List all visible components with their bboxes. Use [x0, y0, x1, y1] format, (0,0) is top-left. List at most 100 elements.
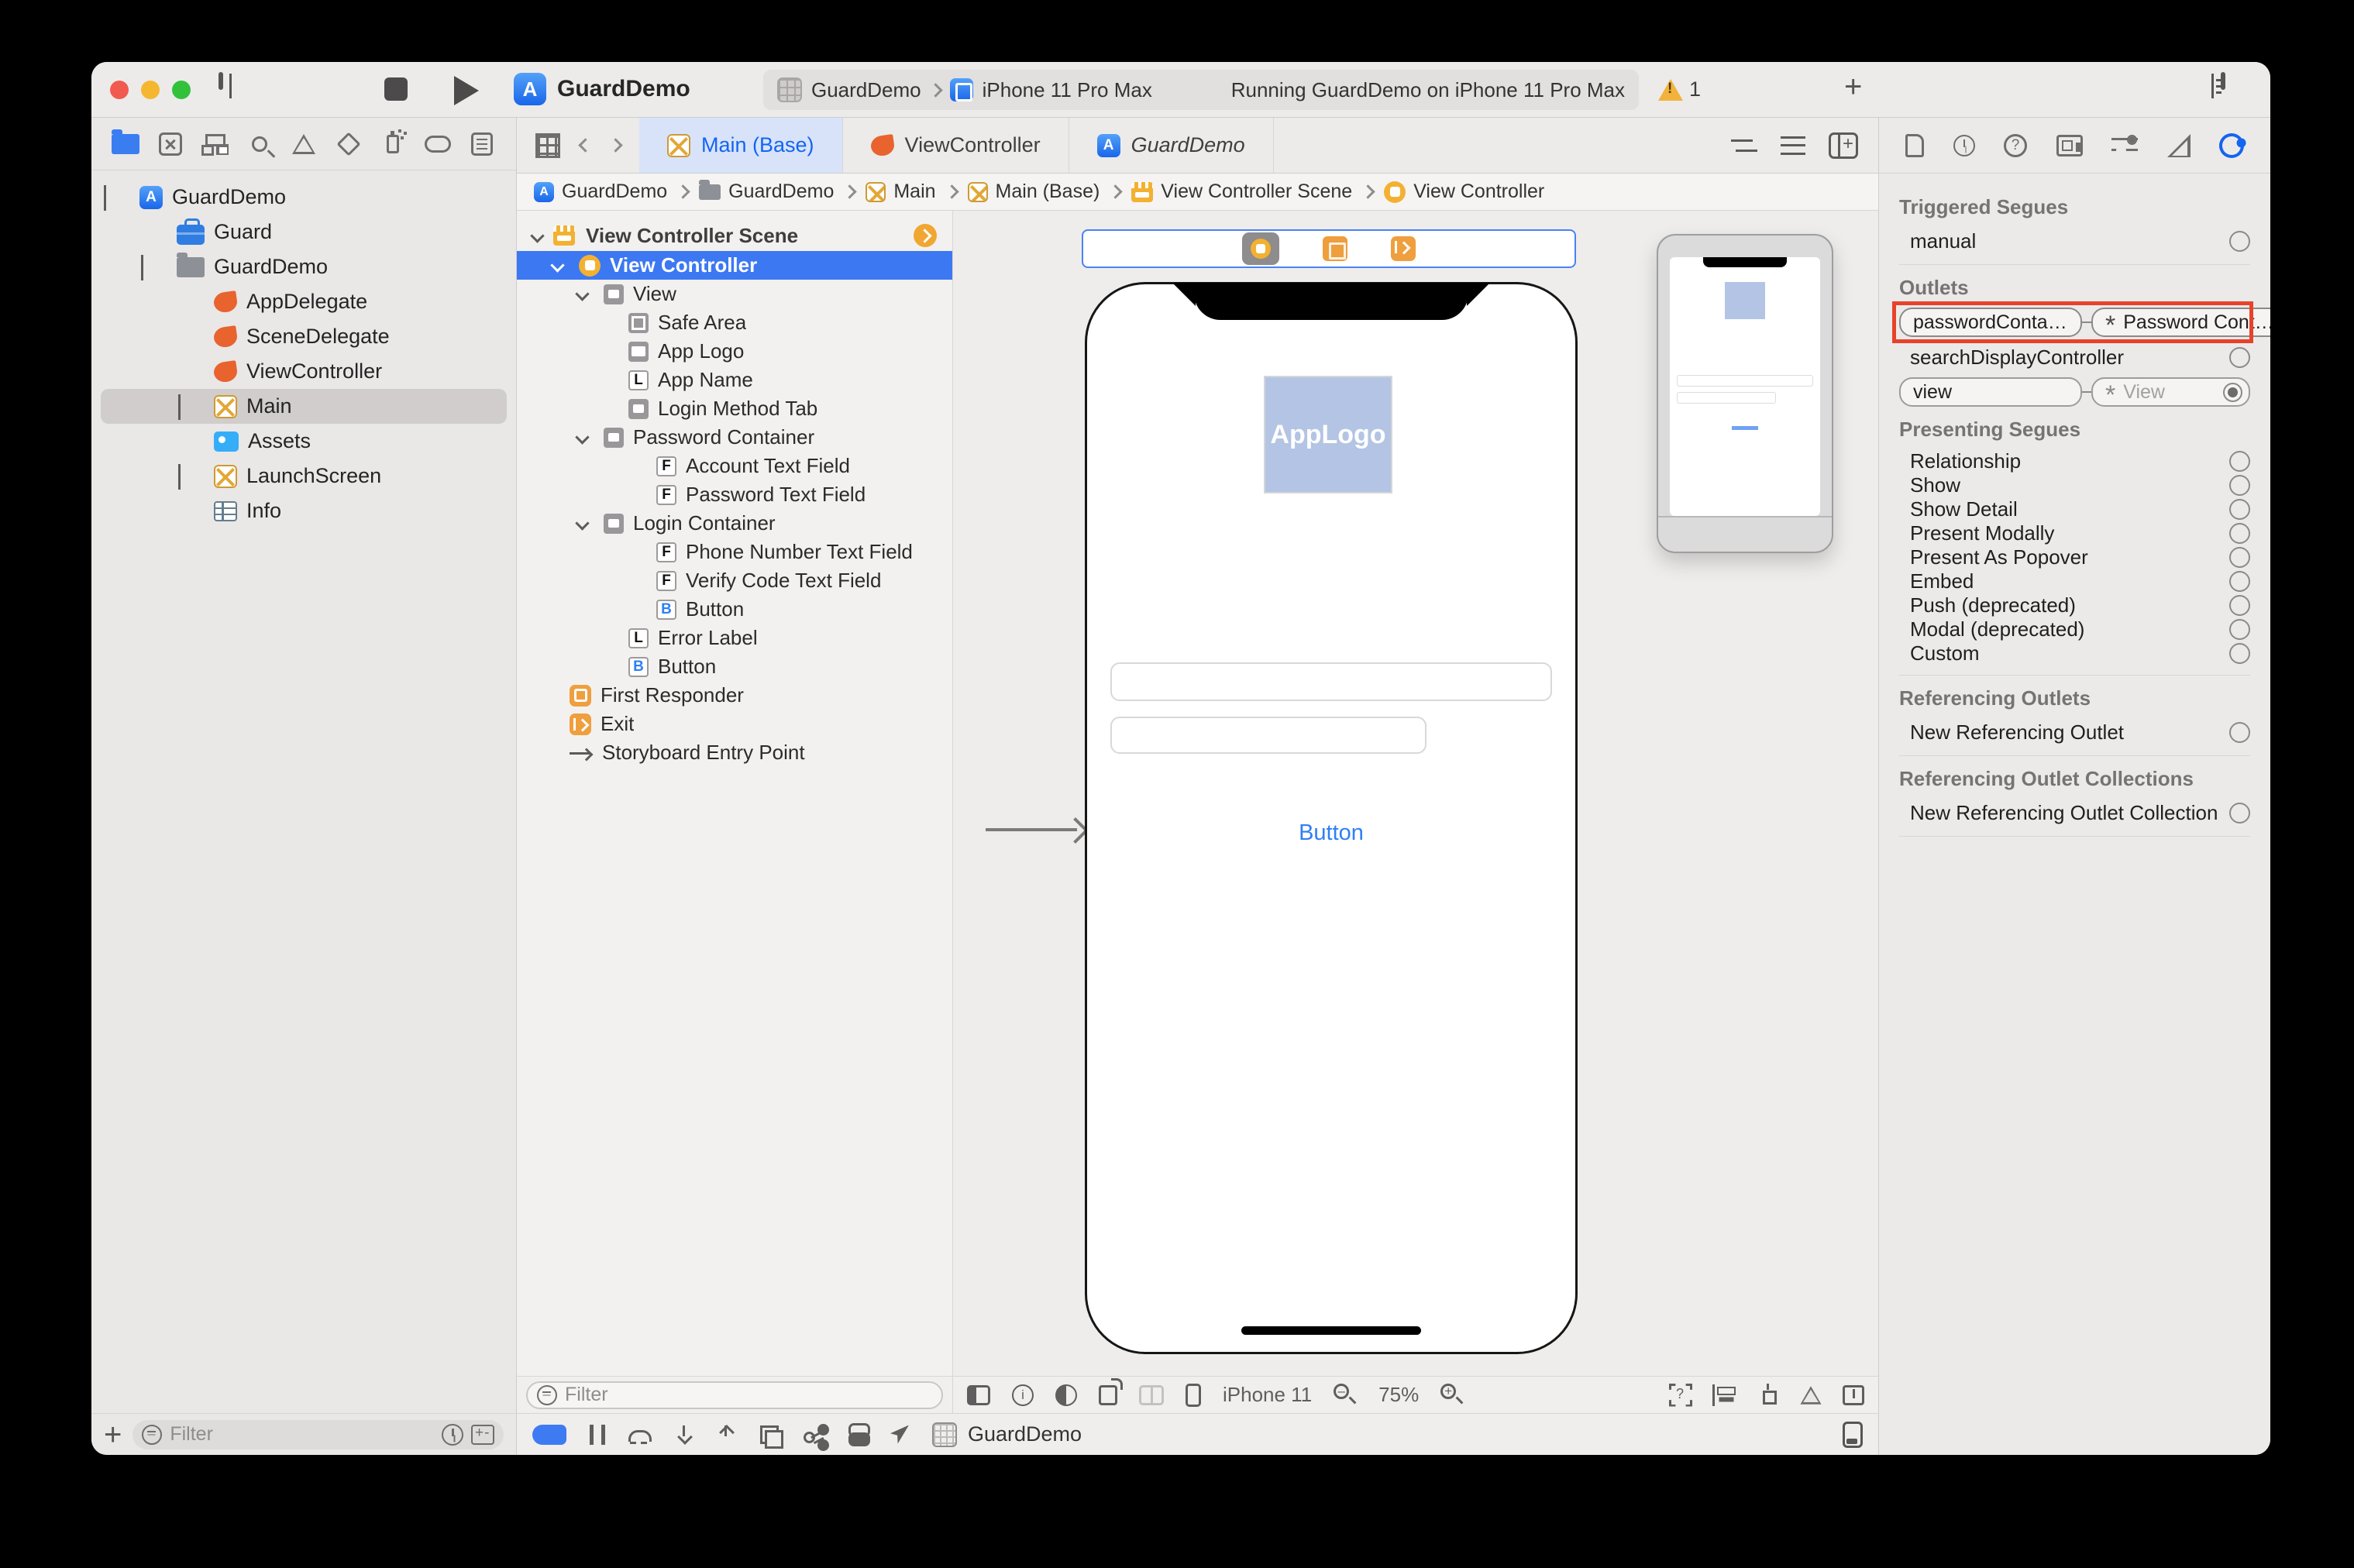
outlet-password-container[interactable]: passwordContainer Password Cont…: [1892, 301, 2270, 343]
disclosure-open-icon[interactable]: [574, 516, 590, 531]
report-navigator-icon[interactable]: [468, 130, 496, 158]
disclosure-open-icon[interactable]: [574, 430, 590, 445]
connection-well[interactable]: [2229, 619, 2250, 640]
first-responder-icon[interactable]: [1323, 236, 1347, 261]
attributes-inspector-icon[interactable]: [2111, 134, 2138, 156]
recent-files-icon[interactable]: [442, 1423, 463, 1446]
editor-options-icon[interactable]: [1781, 136, 1805, 155]
new-referencing-outlet[interactable]: New Referencing Outlet: [1899, 718, 2250, 746]
zoom-level[interactable]: 75%: [1378, 1383, 1419, 1407]
outline-row-button[interactable]: Button: [517, 652, 952, 681]
source-control-navigator-icon[interactable]: [157, 130, 184, 158]
run-button[interactable]: [454, 76, 479, 105]
connection-well[interactable]: [2229, 643, 2250, 664]
outlet-destination[interactable]: Password Cont…: [2091, 308, 2270, 337]
breadcrumb[interactable]: View Controller: [1384, 181, 1544, 203]
outline-filter-field[interactable]: Filter: [526, 1381, 943, 1409]
device-name[interactable]: iPhone 11: [1223, 1383, 1312, 1407]
identity-inspector-icon[interactable]: [2056, 134, 2083, 156]
connection-well[interactable]: [2229, 721, 2250, 743]
simulate-location-icon[interactable]: [890, 1425, 909, 1444]
accessibility-preview-icon[interactable]: i: [1012, 1384, 1034, 1406]
outline-row-phone-number-text-field[interactable]: Phone Number Text Field: [517, 538, 952, 566]
update-frames-icon[interactable]: [1843, 1384, 1864, 1405]
file-row-launchscreen[interactable]: LaunchScreen: [91, 459, 516, 493]
outline-row-first-responder[interactable]: First Responder: [517, 681, 952, 710]
align-icon[interactable]: [1712, 1384, 1736, 1406]
account-text-field[interactable]: [1110, 662, 1552, 701]
outline-row-verify-code-text-field[interactable]: Verify Code Text Field: [517, 566, 952, 595]
breakpoint-navigator-icon[interactable]: [424, 130, 452, 158]
segue-custom[interactable]: Custom: [1899, 641, 2250, 665]
breadcrumb[interactable]: Main: [866, 181, 936, 203]
device-icon[interactable]: [1186, 1383, 1201, 1407]
scm-status-filter-icon[interactable]: [471, 1424, 494, 1445]
file-inspector-icon[interactable]: [1905, 133, 1924, 157]
issue-navigator-icon[interactable]: [290, 130, 318, 158]
file-row-guard[interactable]: Guard: [91, 215, 516, 249]
back-icon[interactable]: [578, 138, 593, 153]
find-navigator-icon[interactable]: [246, 130, 274, 158]
storyboard-entry-point-arrow[interactable]: [986, 817, 1086, 843]
view-controller-icon[interactable]: [1242, 232, 1279, 265]
outlet-view[interactable]: view View: [1899, 377, 2250, 407]
button-view[interactable]: Button: [1087, 820, 1575, 846]
connection-well[interactable]: [2229, 451, 2250, 472]
connection-well-filled[interactable]: [2223, 382, 2242, 402]
toggle-navigator-icon[interactable]: [219, 72, 223, 90]
disclosure-open-icon[interactable]: [530, 228, 545, 243]
step-over-icon[interactable]: [628, 1425, 652, 1444]
segue-show[interactable]: Show: [1899, 473, 2250, 497]
new-tab-button[interactable]: +: [1844, 71, 1862, 102]
add-editor-icon[interactable]: [1829, 132, 1858, 159]
outline-row-password-text-field[interactable]: Password Text Field: [517, 480, 952, 509]
segue-modal-deprecated[interactable]: Modal (deprecated): [1899, 617, 2250, 641]
toggle-outline-icon[interactable]: [967, 1384, 990, 1405]
breadcrumb[interactable]: View Controller Scene: [1131, 181, 1352, 203]
history-inspector-icon[interactable]: [1953, 134, 1975, 156]
tab-main-base[interactable]: Main (Base): [639, 118, 843, 173]
swap-editor-icon[interactable]: [1731, 138, 1757, 153]
add-file-button[interactable]: +: [104, 1419, 122, 1450]
connections-inspector-icon[interactable]: [2215, 129, 2248, 162]
size-inspector-icon[interactable]: [2166, 133, 2191, 157]
breakpoints-toggle[interactable]: [532, 1424, 566, 1445]
resolve-autolayout-icon[interactable]: [1800, 1385, 1822, 1405]
tab-guarddemo[interactable]: GuardDemo: [1069, 118, 1274, 173]
outline-row-login-container[interactable]: Login Container: [517, 509, 952, 538]
storyboard-canvas[interactable]: AppLogo Button: [953, 211, 1878, 1376]
outline-row-login-method-tab[interactable]: Login Method Tab: [517, 394, 952, 423]
disclosure-open-icon[interactable]: [104, 185, 106, 211]
file-row-scenedelegate[interactable]: SceneDelegate: [91, 319, 516, 354]
connection-well[interactable]: [2229, 346, 2250, 368]
outline-row-view-controller[interactable]: View Controller: [517, 251, 952, 280]
file-row-guarddemo-project[interactable]: GuardDemo: [91, 180, 516, 215]
triggered-segue-manual[interactable]: manual: [1899, 227, 2250, 255]
outline-row-exit[interactable]: Exit: [517, 710, 952, 738]
zoom-out-icon[interactable]: –: [1334, 1383, 1357, 1407]
segue-present-as-popover[interactable]: Present As Popover: [1899, 545, 2250, 569]
breadcrumb[interactable]: GuardDemo: [699, 179, 834, 203]
stop-button[interactable]: [384, 77, 408, 101]
outline-row-safe-area[interactable]: Safe Area: [517, 308, 952, 337]
connection-well[interactable]: [2229, 230, 2250, 252]
disclosure-open-icon[interactable]: [141, 255, 143, 280]
view-controller-canvas[interactable]: AppLogo Button: [1085, 282, 1578, 1354]
tab-overview-icon[interactable]: [535, 132, 560, 158]
connection-well[interactable]: [2229, 499, 2250, 520]
outlet-search-display-controller[interactable]: searchDisplayController: [1899, 343, 2250, 371]
connection-well[interactable]: [2229, 802, 2250, 824]
disclosure-open-icon[interactable]: [549, 258, 565, 273]
outline-row-storyboard-entry-point[interactable]: Storyboard Entry Point: [517, 738, 952, 767]
segue-present-modally[interactable]: Present Modally: [1899, 521, 2250, 545]
connection-well[interactable]: [2229, 475, 2250, 496]
scene-header-row[interactable]: View Controller Scene: [517, 220, 952, 251]
segue-push-deprecated[interactable]: Push (deprecated): [1899, 593, 2250, 617]
segue-relationship[interactable]: Relationship: [1899, 449, 2250, 473]
file-row-info[interactable]: Info: [91, 493, 516, 528]
add-constraints-icon[interactable]: [1756, 1383, 1779, 1407]
step-out-icon[interactable]: [717, 1424, 735, 1446]
file-row-assets[interactable]: Assets: [91, 424, 516, 459]
password-text-field[interactable]: [1110, 717, 1427, 754]
disclosure-open-icon[interactable]: [574, 287, 590, 301]
